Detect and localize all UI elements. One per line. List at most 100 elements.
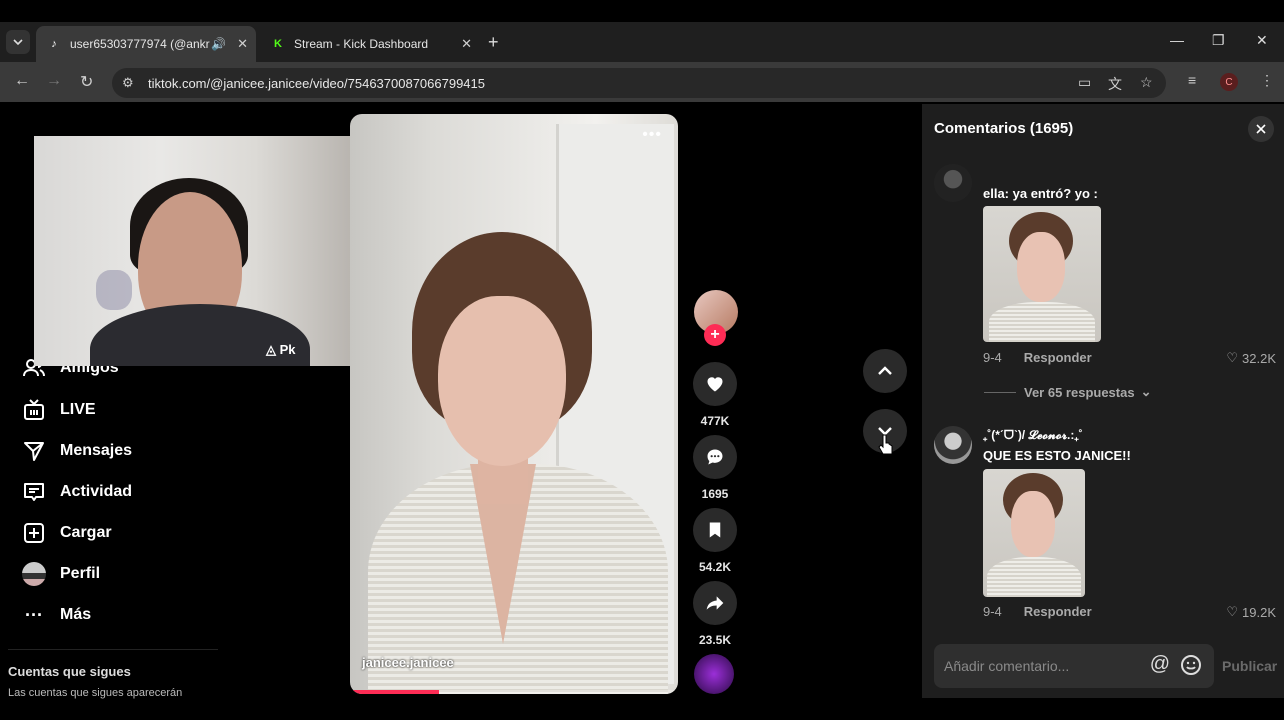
more-icon: ··· [25, 604, 43, 625]
tiktok-icon: ♪ [51, 38, 57, 50]
share-action[interactable]: 23.5K [693, 581, 737, 647]
reply-button[interactable]: Responder [1024, 350, 1092, 365]
video-author[interactable]: janicee.janicee [362, 655, 454, 670]
browser-menu-icon[interactable]: ⋮ [1260, 72, 1274, 89]
reply-button[interactable]: Responder [1024, 604, 1092, 619]
view-replies-button[interactable]: Ver 65 respuestas ⌄ [984, 384, 1151, 400]
comment-image[interactable] [983, 469, 1085, 597]
video-progress-bar[interactable] [350, 690, 439, 694]
sidebar-item-live[interactable]: LIVE [22, 396, 96, 424]
comment-date: 9-4 [983, 604, 1002, 619]
follow-button[interactable]: + [704, 324, 726, 346]
url-text[interactable]: tiktok.com/@janicee.janicee/video/754637… [148, 76, 485, 91]
comments-title: Comentarios (1695) [934, 120, 1074, 137]
save-action[interactable]: 54.2K [693, 508, 737, 574]
sidebar-item-more[interactable]: ··· Más [22, 601, 91, 629]
close-comments-button[interactable] [1248, 116, 1274, 142]
heart-icon [707, 377, 723, 392]
sidebar-item-label: LIVE [60, 401, 96, 418]
tab-title: Stream - Kick Dashboard [294, 37, 429, 51]
close-tab-icon[interactable]: ✕ [461, 36, 472, 52]
bookmark-star-icon[interactable]: ☆ [1140, 74, 1153, 91]
messages-icon [22, 439, 46, 463]
profile-avatar [22, 562, 46, 586]
comment-meta: 9-4 Responder [983, 604, 1092, 619]
triangle-icon: ◬ [266, 342, 276, 357]
heart-outline-icon: ♡ [1226, 350, 1239, 365]
like-button[interactable] [693, 362, 737, 406]
save-count: 54.2K [698, 560, 732, 574]
post-comment-button[interactable]: Publicar [1222, 658, 1277, 674]
tab-tiktok[interactable]: ♪ user65303777974 (@ankrug 🔊 ✕ [36, 26, 256, 62]
comment-input[interactable]: Añadir comentario... @ [934, 644, 1214, 688]
window-close-icon[interactable]: ✕ [1256, 32, 1268, 49]
chevron-down-icon: ⌄ [1140, 384, 1152, 399]
following-title: Cuentas que sigues [8, 664, 131, 679]
comment-like[interactable]: ♡ 19.2K [1226, 604, 1276, 620]
reload-icon[interactable]: ↻ [80, 72, 93, 92]
share-count: 23.5K [698, 633, 732, 647]
tab-search-button[interactable] [6, 30, 30, 54]
translate-icon[interactable]: 文 [1108, 74, 1122, 94]
comment-count: 1695 [701, 487, 729, 501]
sidebar-item-label: Perfil [60, 565, 101, 582]
mouse-cursor-icon [878, 434, 893, 455]
speaker-icon[interactable]: 🔊 [211, 37, 226, 51]
commenter-avatar[interactable] [934, 164, 972, 202]
comment-username[interactable]: ₊˚(*ˊᗜˋ)/ 𝓛𝓮𝓸𝓷𝓸𝓻.:₊˚ [983, 428, 1083, 443]
share-icon [706, 596, 724, 610]
sidebar-item-activity[interactable]: Actividad [22, 478, 132, 506]
close-tab-icon[interactable]: ✕ [237, 36, 248, 52]
view-replies-label: Ver 65 respuestas [1024, 384, 1135, 400]
following-subtitle: Las cuentas que sigues aparecerán [8, 687, 183, 699]
tab-kick[interactable]: K Stream - Kick Dashboard ✕ [260, 26, 480, 62]
comment-like-count: 32.2K [1242, 350, 1276, 366]
sidebar-item-profile[interactable]: Perfil [22, 560, 100, 588]
upload-icon [22, 521, 46, 545]
like-action[interactable]: 477K [693, 362, 737, 428]
comment-meta: 9-4 Responder [983, 350, 1092, 365]
comment-like-count: 19.2K [1242, 604, 1276, 620]
comment-text: QUE ES ESTO JANICE!! [983, 448, 1131, 463]
comment-date: 9-4 [983, 350, 1002, 365]
previous-video-button[interactable] [863, 349, 907, 393]
video-player[interactable]: ••• janicee.janicee [350, 114, 678, 694]
forward-icon[interactable]: → [46, 72, 62, 90]
comments-panel: Comentarios (1695) ella: ya entró? yo : … [922, 104, 1284, 698]
restore-icon[interactable]: ❐ [1212, 32, 1225, 49]
sidebar-item-label: Cargar [60, 524, 112, 541]
sidebar-item-messages[interactable]: Mensajes [22, 437, 132, 465]
webcam-label: ◬ Pk [266, 342, 296, 358]
music-disc[interactable] [694, 654, 734, 694]
mention-icon[interactable]: @ [1150, 653, 1170, 676]
bookmark-icon [709, 522, 721, 538]
media-control-icon[interactable]: ≡ [1188, 72, 1196, 88]
new-tab-button[interactable]: + [488, 32, 499, 53]
back-icon[interactable]: ← [14, 72, 30, 90]
webcam-label-text: Pk [279, 342, 296, 357]
comment-image[interactable] [983, 206, 1101, 342]
activity-icon [22, 480, 46, 504]
commenter-avatar[interactable] [934, 426, 972, 464]
tab-title: user65303777974 (@ankrug [70, 37, 210, 51]
like-count: 477K [700, 414, 730, 428]
emoji-icon[interactable] [1180, 654, 1202, 676]
comment-composer: Añadir comentario... @ Publicar [922, 642, 1284, 702]
webcam-overlay: ◬ Pk [34, 136, 350, 366]
sidebar-item-upload[interactable]: Cargar [22, 519, 112, 547]
address-bar[interactable]: ⚙ tiktok.com/@janicee.janicee/video/7546… [112, 68, 1166, 98]
comment-action[interactable]: 1695 [693, 435, 737, 501]
cast-icon[interactable]: ▭ [1078, 74, 1091, 91]
minimize-icon[interactable]: — [1170, 32, 1184, 48]
close-icon [1256, 124, 1266, 134]
profile-avatar[interactable]: C [1220, 73, 1238, 91]
comment-like[interactable]: ♡ 32.2K [1226, 350, 1276, 366]
chevron-down-icon [13, 39, 23, 46]
kick-icon: K [274, 38, 282, 50]
site-info-icon[interactable]: ⚙ [122, 75, 140, 91]
share-button[interactable] [693, 581, 737, 625]
live-icon [22, 398, 46, 422]
comment-button[interactable] [693, 435, 737, 479]
save-button[interactable] [693, 508, 737, 552]
video-more-icon[interactable]: ••• [642, 126, 662, 144]
